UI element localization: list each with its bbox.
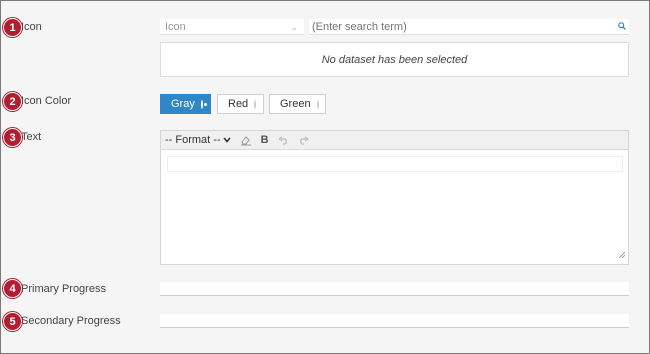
radio-unselected-icon xyxy=(254,99,257,109)
no-dataset-message: No dataset has been selected xyxy=(321,53,468,66)
dataset-panel: No dataset has been selected xyxy=(160,42,629,77)
search-icon[interactable] xyxy=(618,21,626,33)
color-option-red-label: Red xyxy=(228,98,249,110)
eraser-icon xyxy=(240,135,251,145)
search-input[interactable] xyxy=(309,19,604,35)
step-badge-4: 4 xyxy=(3,279,22,298)
search-box xyxy=(309,19,629,35)
format-dropdown[interactable]: -- Format -- xyxy=(165,134,231,146)
radio-selected-icon xyxy=(200,99,207,109)
primary-progress-field[interactable] xyxy=(160,282,629,296)
rich-text-editor: -- Format -- B xyxy=(160,130,629,265)
icon-select-value: Icon xyxy=(165,21,186,33)
step-badge-1: 1 xyxy=(3,18,22,37)
clear-format-button[interactable] xyxy=(240,135,252,146)
color-option-green[interactable]: Green xyxy=(269,94,326,114)
primary-progress-label: Primary Progress xyxy=(21,283,106,295)
color-option-green-label: Green xyxy=(280,98,311,110)
secondary-progress-label: Secondary Progress xyxy=(21,315,121,327)
bold-button[interactable]: B xyxy=(261,134,269,146)
step-badge-3: 3 xyxy=(3,128,22,147)
undo-icon xyxy=(278,136,287,145)
text-field-label: Text xyxy=(21,131,42,143)
step-badge-2: 2 xyxy=(3,92,22,111)
chevron-down-icon: ⌄ xyxy=(290,22,298,32)
icon-select[interactable]: Icon ⌄ xyxy=(160,19,304,35)
format-dropdown-label: -- Format -- xyxy=(165,134,221,146)
icon-field-label: Icon xyxy=(21,21,42,33)
caret-down-icon xyxy=(223,137,231,143)
editor-toolbar: -- Format -- B xyxy=(161,131,628,150)
step-badge-5: 5 xyxy=(3,312,22,331)
icon-color-field-label: Icon Color xyxy=(21,95,72,107)
redo-button[interactable] xyxy=(298,136,309,145)
editor-content-area[interactable] xyxy=(167,156,623,172)
color-option-gray[interactable]: Gray xyxy=(160,94,211,114)
color-option-red[interactable]: Red xyxy=(217,94,264,114)
radio-unselected-icon xyxy=(316,99,319,109)
color-option-gray-label: Gray xyxy=(171,98,195,110)
undo-button[interactable] xyxy=(278,136,289,145)
resize-handle-icon[interactable] xyxy=(618,249,626,261)
secondary-progress-field[interactable] xyxy=(160,314,629,328)
redo-icon xyxy=(299,136,308,145)
